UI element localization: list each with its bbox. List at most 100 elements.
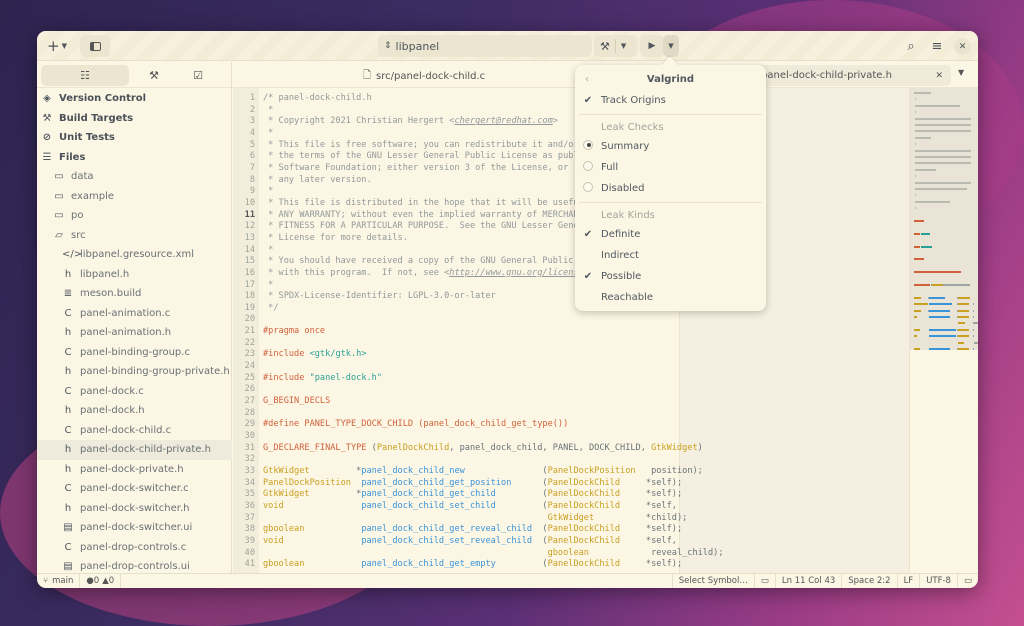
code-token: panel_dock_child_get_position [361, 477, 512, 488]
menu-item-reachable[interactable]: Reachable [575, 287, 766, 307]
project-selector[interactable]: ⇕ libpanel [378, 35, 592, 57]
tab-todo[interactable]: ☑ [154, 65, 242, 86]
menu-item-possible[interactable]: ✔ Possible [575, 266, 766, 286]
file-item[interactable]: Cpanel-animation.c [37, 304, 232, 324]
code-token: * any later version. [263, 174, 372, 185]
line-ending-button[interactable]: LF [898, 573, 921, 588]
sidebar-toggle-button[interactable] [80, 35, 110, 57]
tabs-menu-button[interactable]: ▼ [958, 68, 964, 77]
minimap-line [929, 316, 950, 318]
file-item[interactable]: ≣ meson.build [37, 284, 232, 304]
build-button[interactable]: ⚒ ▼ [594, 35, 637, 57]
code-token: ( [532, 524, 548, 535]
line-number: 20 [244, 314, 255, 325]
code-token: * License for more details. [263, 232, 408, 243]
menu-item-definite[interactable]: ✔ Definite [575, 224, 766, 244]
code-token: PanelDockChild [547, 489, 621, 500]
file-item[interactable]: Cpanel-dock-switcher.c [37, 479, 232, 499]
panel-toggle-button[interactable]: ▭ [958, 574, 978, 589]
minimap-line [958, 335, 970, 338]
section-icon: ☰ [42, 151, 52, 163]
file-item[interactable]: Cpanel-dock.c [37, 382, 232, 402]
open-folder-button[interactable]: ▭ [755, 573, 776, 588]
search-button[interactable]: ⌕ [901, 35, 921, 57]
line-number: 17 [244, 279, 255, 290]
file-item[interactable]: h panel-dock-switcher.h [37, 499, 232, 519]
code-token: void [263, 500, 284, 511]
code-token: , panel_dock_child, PANEL, DOCK_CHILD, [449, 442, 652, 453]
item-label: panel-binding-group-private.h [80, 366, 230, 378]
file-item[interactable]: h panel-animation.h [37, 323, 232, 343]
code-token: GtkWidget [263, 466, 310, 476]
code-token: *self, [620, 535, 677, 546]
minimap-line [958, 303, 970, 306]
tab-panel-dock-child-c[interactable]: 🗋 src/panel-dock-child.c [363, 68, 485, 85]
code-token: position); [635, 466, 703, 476]
item-label: panel-dock-switcher.h [80, 502, 190, 514]
sidebar-item-build-targets[interactable]: ⚒ Build Targets [37, 109, 232, 129]
code-token: gboolean [263, 559, 305, 570]
code-token: G_BEGIN_DECLS [263, 396, 331, 407]
file-item[interactable]: h panel-dock.h [37, 401, 232, 421]
run-options-button[interactable]: ▼ [663, 35, 679, 57]
code-token: GtkWidget [547, 512, 595, 523]
radio-summary[interactable]: Summary [575, 136, 766, 156]
file-item[interactable]: h panel-binding-group-private.h [37, 362, 232, 382]
file-item[interactable]: h panel-dock-child-private.h [37, 440, 232, 460]
code-token: panel_dock_child_get_empty [361, 559, 496, 570]
minimap-line [958, 309, 970, 312]
folder-icon: ▭ [760, 576, 769, 586]
line-number: 38 [244, 524, 255, 535]
minimap[interactable] [909, 88, 978, 573]
menu-item-indirect[interactable]: Indirect [575, 245, 766, 265]
branch-indicator[interactable]: ⑂ main [37, 573, 81, 588]
code-line: 41 gboolean panel_dock_child_get_empty (P… [233, 559, 724, 571]
file-item[interactable]: ▤ panel-dock-switcher.ui [37, 518, 232, 538]
minimap-line [973, 322, 978, 325]
close-tab-icon[interactable]: ✕ [935, 71, 943, 81]
line-number: 14 [244, 244, 255, 255]
code-token: ) [697, 442, 703, 453]
main-menu-button[interactable]: ≡ [927, 35, 947, 57]
menu-item-track-origins[interactable]: ✔ Track Origins [575, 90, 766, 110]
file-icon: h [64, 327, 72, 339]
sidebar-item-files[interactable]: ☰ Files [37, 148, 232, 168]
sidebar-item-unit-tests[interactable]: ⊘ Unit Tests [37, 128, 232, 148]
sidebar-item-version-control[interactable]: ◈ Version Control [37, 89, 232, 109]
radio-full[interactable]: Full [575, 157, 766, 177]
line-number: 10 [244, 197, 255, 208]
select-symbol-button[interactable]: Select Symbol… [671, 573, 755, 588]
folder-item[interactable]: ▱ src [37, 226, 232, 246]
minimap-line [973, 309, 974, 312]
code-token: PanelDockPosition [547, 466, 636, 476]
file-item[interactable]: Cpanel-drop-controls.c [37, 538, 232, 558]
code-token: *self, [620, 500, 677, 511]
item-label: panel-drop-controls.c [80, 541, 187, 553]
line-number: 37 [244, 512, 255, 523]
encoding-button[interactable]: UTF-8 [920, 573, 958, 588]
file-icon: h [64, 366, 72, 378]
indentation-button[interactable]: Space 2:2 [842, 573, 898, 588]
radio-disabled[interactable]: Disabled [575, 178, 766, 198]
folder-item[interactable]: ▭ data [37, 167, 232, 187]
line-number: 1 [249, 93, 255, 103]
code-token: PanelDockChild [547, 477, 621, 488]
file-item[interactable]: h libpanel.h [37, 265, 232, 285]
add-button[interactable]: + ▼ [43, 35, 71, 57]
valgrind-popover: ‹ Valgrind ✔ Track Origins Leak Checks Sum… [575, 56, 766, 311]
file-item[interactable]: </> libpanel.gresource.xml [37, 245, 232, 265]
back-icon[interactable]: ‹ [585, 74, 589, 85]
file-item[interactable]: Cpanel-dock-child.c [37, 421, 232, 441]
folder-item[interactable]: ▭ po [37, 206, 232, 226]
folder-item[interactable]: ▭ example [37, 187, 232, 207]
run-button[interactable]: ▶ [640, 35, 664, 57]
file-item[interactable]: Cpanel-binding-group.c [37, 343, 232, 363]
cursor-position[interactable]: Ln 11 Col 43 [776, 573, 843, 588]
close-button[interactable]: ✕ [954, 38, 971, 55]
minimap-line [914, 335, 918, 338]
file-item[interactable]: h panel-dock-private.h [37, 460, 232, 480]
code-token: G_DECLARE_FINAL_TYPE [263, 442, 367, 453]
diagnostics-indicator[interactable]: ● 0 ▲ 0 [80, 573, 122, 588]
sidebar: ☷ ⚒ ☑ ◈ Version Control ⚒ Build Targets ⊘ Uni… [37, 62, 232, 573]
